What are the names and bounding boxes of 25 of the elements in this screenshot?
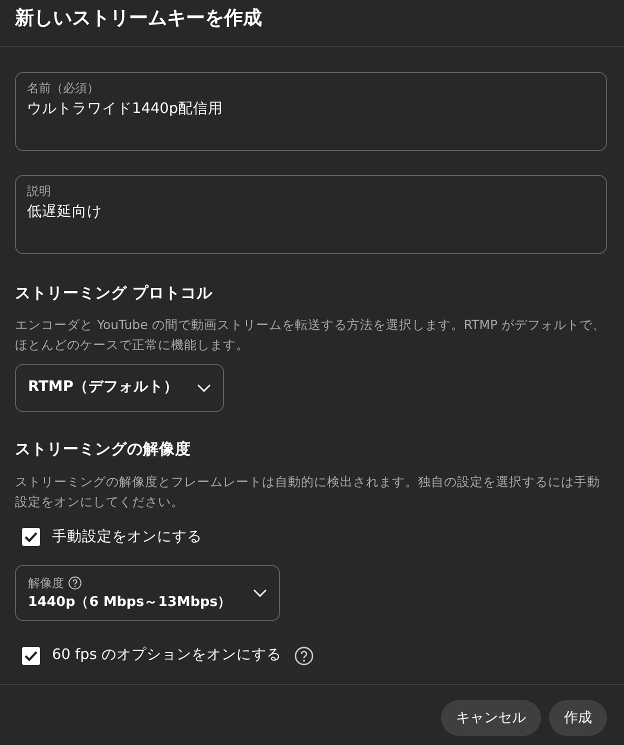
dialog-button[interactable]: キャンセル [441, 700, 541, 736]
field-label: 解像度 [28, 575, 64, 592]
text-field[interactable]: 説明 低遅延向け [15, 175, 607, 254]
dialog-title: 新しいストリームキーを作成 [0, 0, 624, 47]
checkbox-label: 60 fps のオプションをオンにする [52, 646, 282, 666]
checkbox-label: 手動設定をオンにする [52, 528, 202, 546]
chevron-down-icon [197, 384, 211, 392]
checkbox[interactable] [22, 647, 40, 666]
dialog-button[interactable]: 作成 [549, 700, 607, 736]
section-heading: ストリーミングの解像度 [15, 439, 192, 460]
section-description: エンコーダと YouTube の間で動画ストリームを転送する方法を選択します。RTMP がデフォルトで、ほとんどのケースで正常に機能します。 [15, 316, 606, 354]
text-field[interactable]: 名前（必須） ウルトラワイド1440p配信用 [15, 72, 607, 151]
section-description: ストリーミングの解像度とフレームレートは自動的に検出されます。独自の設定を選択するには手動設定をオンにしてください。 [15, 472, 601, 510]
select-value: 1440p（6 Mbps～13Mbps） [28, 593, 232, 612]
field-value: ウルトラワイド1440p配信用 [27, 100, 224, 119]
field-label: 説明 [27, 183, 52, 200]
field-label: 名前（必須） [27, 80, 100, 97]
help-icon [68, 576, 82, 590]
chevron-down-icon [253, 589, 267, 598]
checkbox[interactable] [22, 528, 40, 546]
section-heading: ストリーミング プロトコル [15, 283, 214, 304]
resolution-select[interactable]: 解像度 1440p（6 Mbps～13Mbps） [15, 565, 280, 622]
help-icon [294, 646, 314, 666]
field-value: 低遅延向け [27, 203, 103, 222]
protocol-select[interactable]: RTMP（デフォルト） [15, 364, 224, 412]
